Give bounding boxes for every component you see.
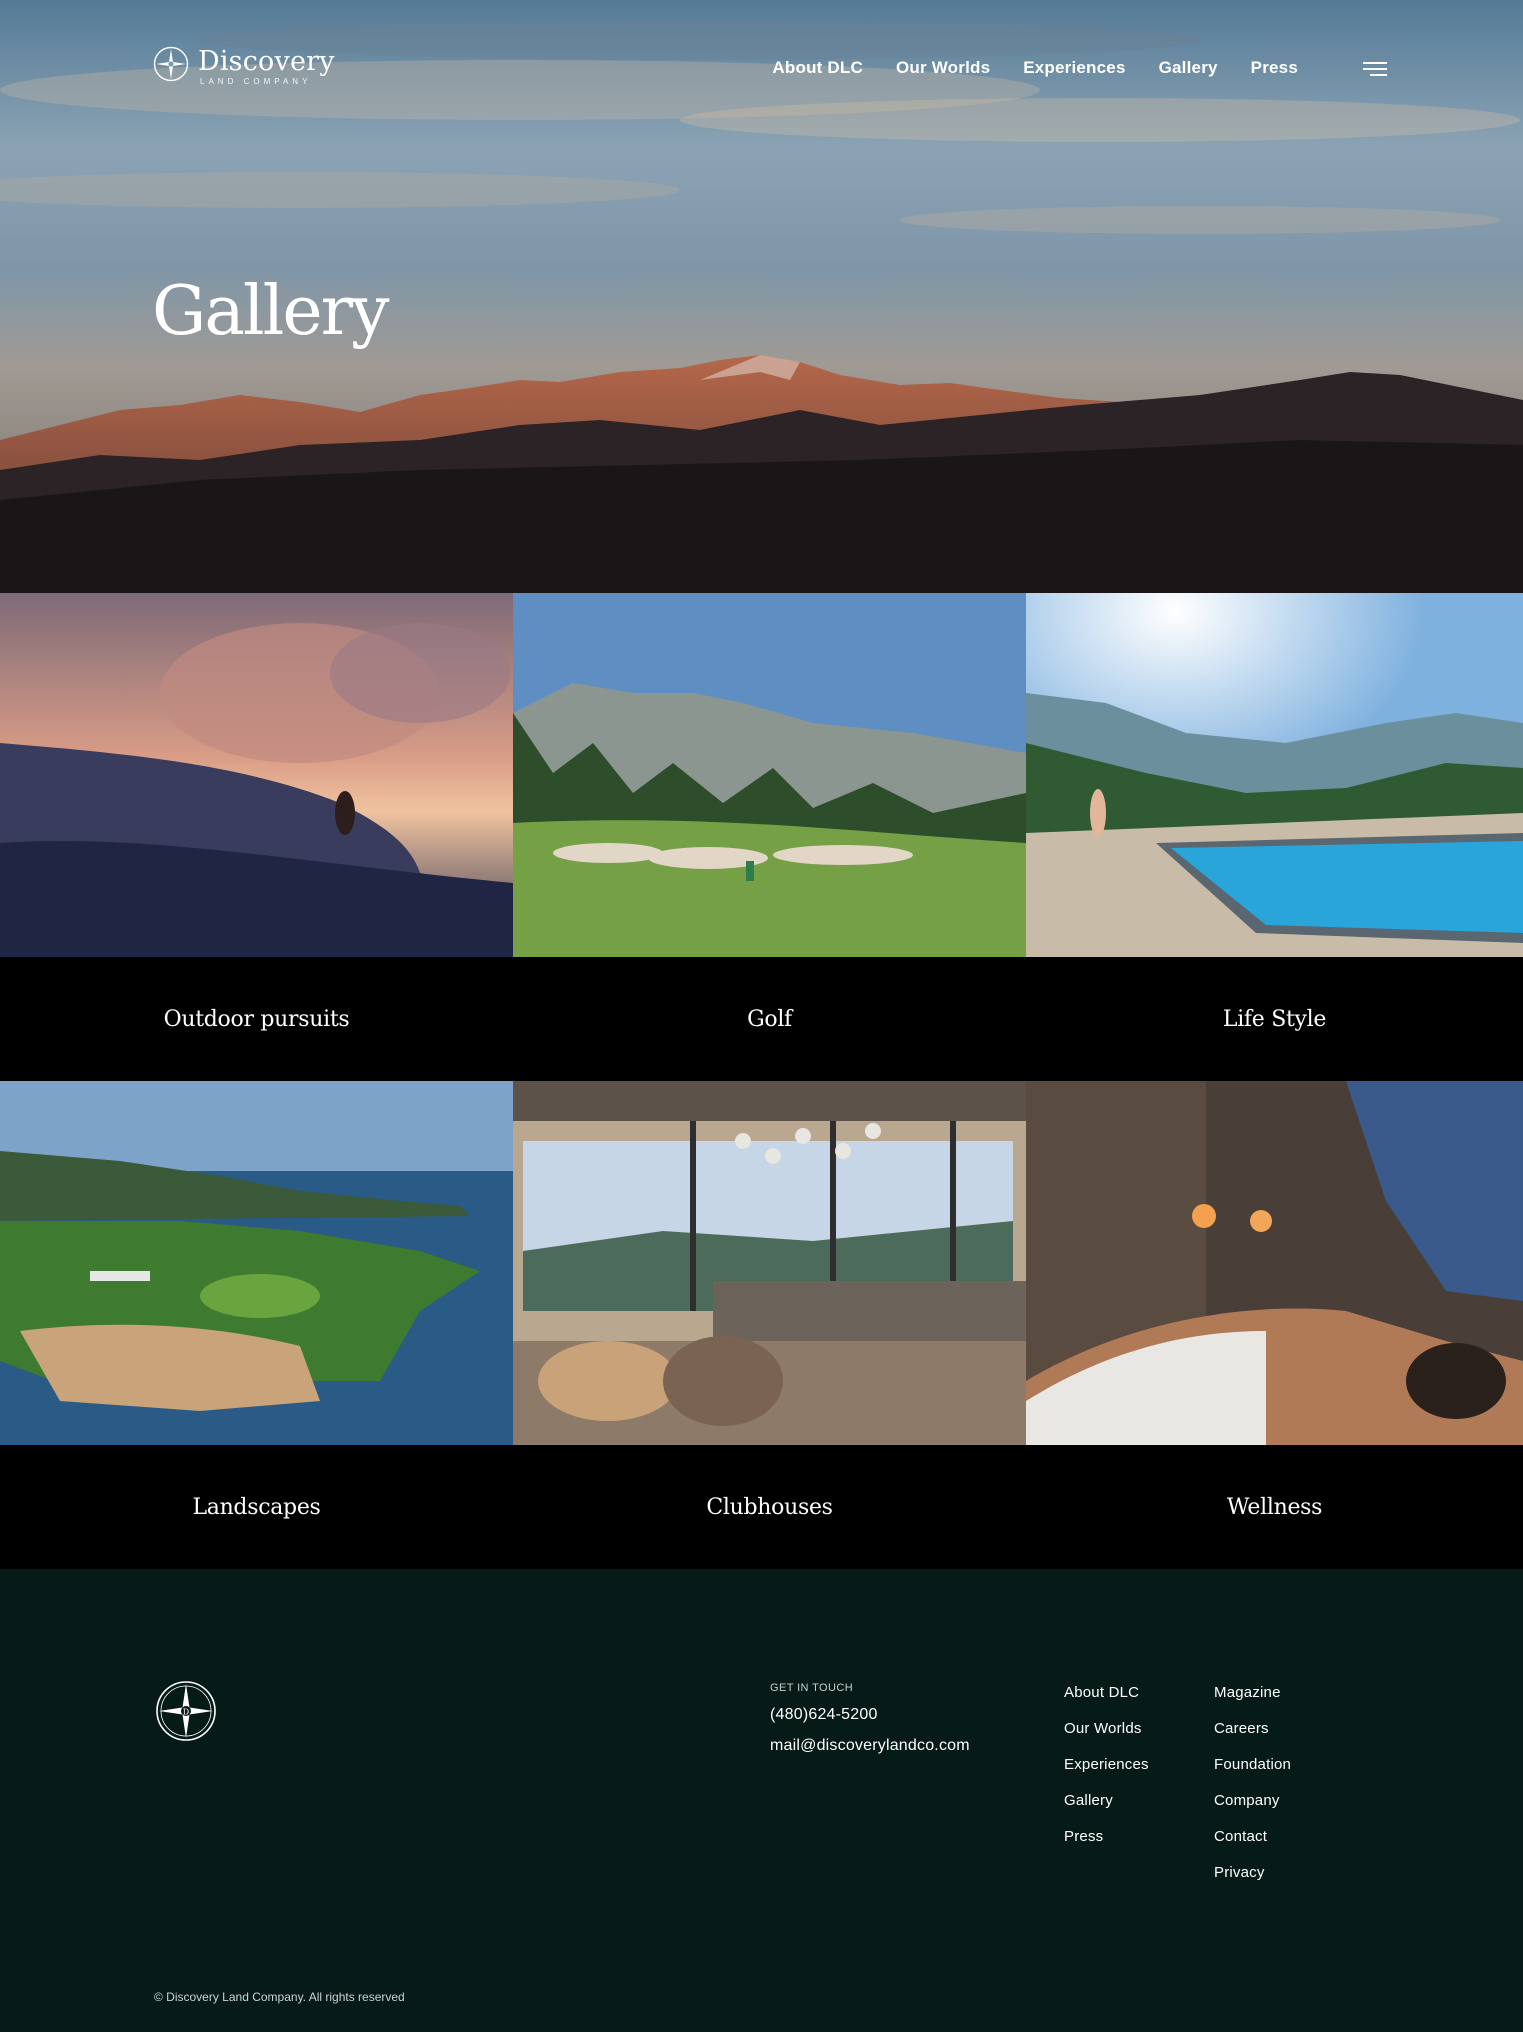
gallery-card-clubhouses[interactable]: Clubhouses — [513, 1081, 1026, 1569]
brand-logo[interactable]: Discovery LAND COMPANY — [153, 46, 335, 87]
main-nav: About DLC Our Worlds Experiences Gallery… — [772, 58, 1298, 78]
site-footer: D GET IN TOUCH (480)624-5200 mail@discov… — [0, 1569, 1523, 2032]
nav-link-press[interactable]: Press — [1251, 58, 1298, 78]
gallery-card-label: Wellness — [1226, 1494, 1323, 1520]
footer-link-gallery[interactable]: Gallery — [1064, 1791, 1149, 1810]
footer-link-press[interactable]: Press — [1064, 1827, 1149, 1846]
nav-link-gallery[interactable]: Gallery — [1159, 58, 1218, 78]
footer-link-privacy[interactable]: Privacy — [1214, 1863, 1291, 1882]
footer-links-col1: About DLC Our Worlds Experiences Gallery… — [1064, 1683, 1149, 1846]
gallery-card-label: Golf — [747, 1006, 792, 1032]
nav-link-experiences[interactable]: Experiences — [1023, 58, 1125, 78]
brand-subtitle: LAND COMPANY — [200, 76, 312, 86]
footer-link-experiences[interactable]: Experiences — [1064, 1755, 1149, 1774]
gallery-card-label: Clubhouses — [706, 1494, 833, 1520]
contact-phone-link[interactable]: (480)624-5200 — [770, 1706, 970, 1724]
nav-link-our-worlds[interactable]: Our Worlds — [896, 58, 990, 78]
gallery-row-1: Outdoor pursuits Golf Life Style — [0, 593, 1523, 1081]
footer-link-about-dlc[interactable]: About DLC — [1064, 1683, 1149, 1702]
footer-link-magazine[interactable]: Magazine — [1214, 1683, 1291, 1702]
gallery-card-label: Life Style — [1222, 1006, 1327, 1032]
gallery-card-landscapes[interactable]: Landscapes — [0, 1081, 513, 1569]
gallery-card-outdoor-pursuits[interactable]: Outdoor pursuits — [0, 593, 513, 1081]
footer-link-contact[interactable]: Contact — [1214, 1827, 1291, 1846]
surfer-wave-image — [0, 593, 513, 957]
gallery-card-label: Outdoor pursuits — [163, 1006, 350, 1032]
brand-name: Discovery — [198, 45, 335, 77]
massage-spa-image — [1026, 1081, 1523, 1445]
contact-block: GET IN TOUCH (480)624-5200 mail@discover… — [770, 1682, 970, 1768]
footer-link-company[interactable]: Company — [1214, 1791, 1291, 1810]
pool-terrace-image — [1026, 593, 1523, 957]
footer-links-col2: Magazine Careers Foundation Company Cont… — [1214, 1683, 1291, 1882]
svg-text:D: D — [183, 1708, 189, 1717]
golf-course-image — [513, 593, 1026, 957]
contact-email-link[interactable]: mail@discoverylandco.com — [770, 1737, 970, 1755]
gallery-card-wellness[interactable]: Wellness — [1026, 1081, 1523, 1569]
nav-link-about-dlc[interactable]: About DLC — [772, 58, 863, 78]
gallery-card-life-style[interactable]: Life Style — [1026, 593, 1523, 1081]
copyright-text: © Discovery Land Company. All rights res… — [154, 1990, 405, 2004]
compass-star-icon[interactable]: D — [155, 1680, 217, 1747]
hero-section: Discovery LAND COMPANY About DLC Our Wor… — [0, 0, 1523, 593]
gallery-row-2: Landscapes Clubhouses Wellness — [0, 1081, 1523, 1569]
clubhouse-interior-image — [513, 1081, 1026, 1445]
footer-link-our-worlds[interactable]: Our Worlds — [1064, 1719, 1149, 1738]
hamburger-menu-icon[interactable] — [1363, 62, 1387, 80]
page-title: Gallery — [152, 272, 390, 351]
footer-link-foundation[interactable]: Foundation — [1214, 1755, 1291, 1774]
gallery-card-label: Landscapes — [192, 1494, 321, 1520]
gallery-card-golf[interactable]: Golf — [513, 593, 1026, 1081]
coastal-landscape-image — [0, 1081, 513, 1445]
footer-link-careers[interactable]: Careers — [1214, 1719, 1291, 1738]
compass-star-icon — [153, 46, 189, 87]
contact-kicker: GET IN TOUCH — [770, 1682, 854, 1694]
top-navigation-bar: Discovery LAND COMPANY About DLC Our Wor… — [0, 0, 1523, 130]
